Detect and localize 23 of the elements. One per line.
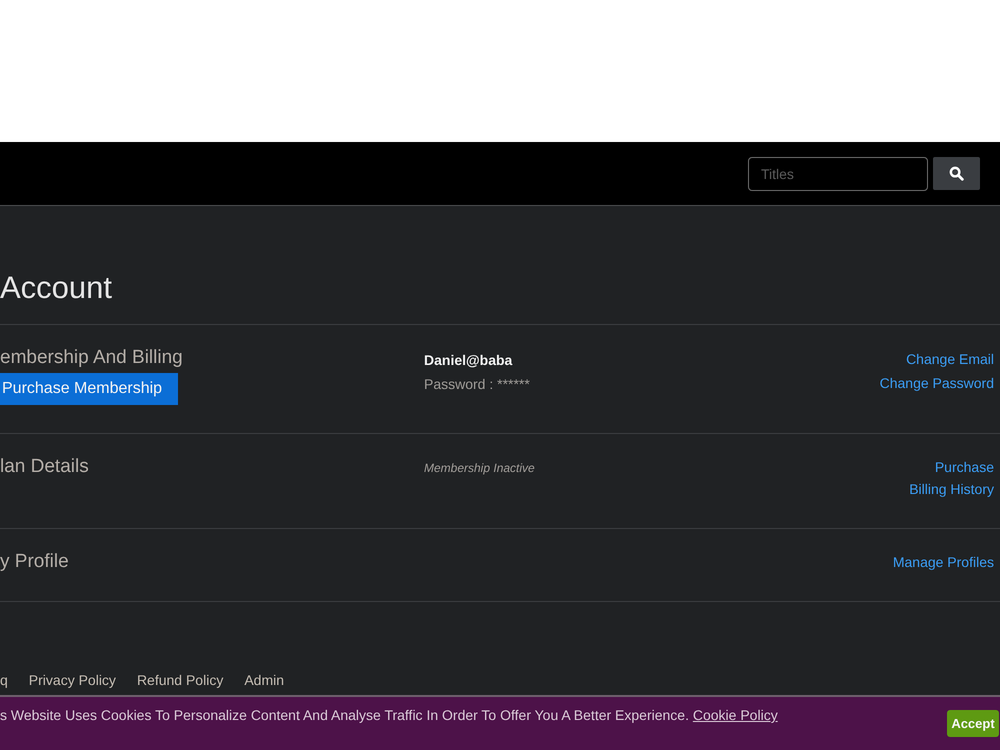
password-text: Password : ****** bbox=[424, 375, 531, 394]
search-button[interactable] bbox=[933, 157, 980, 190]
account-email: Daniel@baba bbox=[424, 351, 514, 370]
section-heading: y Profile bbox=[0, 551, 69, 573]
search-field[interactable]: Titles bbox=[748, 156, 928, 190]
account-link[interactable]: Change Email bbox=[906, 347, 994, 371]
account-link[interactable]: Change Password bbox=[880, 371, 994, 395]
purchase-membership-button[interactable]: Purchase Membership bbox=[0, 373, 178, 405]
footer-link[interactable]: q bbox=[0, 672, 8, 688]
account-link[interactable]: Billing History bbox=[909, 478, 994, 500]
cookie-policy-link[interactable]: Cookie Policy bbox=[692, 707, 778, 723]
footer-link[interactable]: Privacy Policy bbox=[28, 672, 116, 688]
section-heading: lan Details bbox=[0, 456, 89, 478]
account-link[interactable]: Purchase bbox=[934, 456, 994, 478]
page-title: Account bbox=[0, 270, 114, 306]
section-heading: embership And Billing bbox=[0, 347, 183, 369]
footer-link[interactable]: Admin bbox=[244, 672, 284, 688]
footer-link[interactable]: Refund Policy bbox=[136, 672, 224, 688]
membership-status: Membership Inactive bbox=[424, 460, 536, 477]
cookie-message: s Website Uses Cookies To Personalize Content And Analyse Traffic In Order To Offer You A Better Experience. Cookie Policy bbox=[0, 707, 778, 723]
accept-button[interactable]: Accept bbox=[947, 710, 999, 737]
account-link[interactable]: Manage Profiles bbox=[892, 551, 994, 573]
search-icon bbox=[949, 166, 964, 181]
